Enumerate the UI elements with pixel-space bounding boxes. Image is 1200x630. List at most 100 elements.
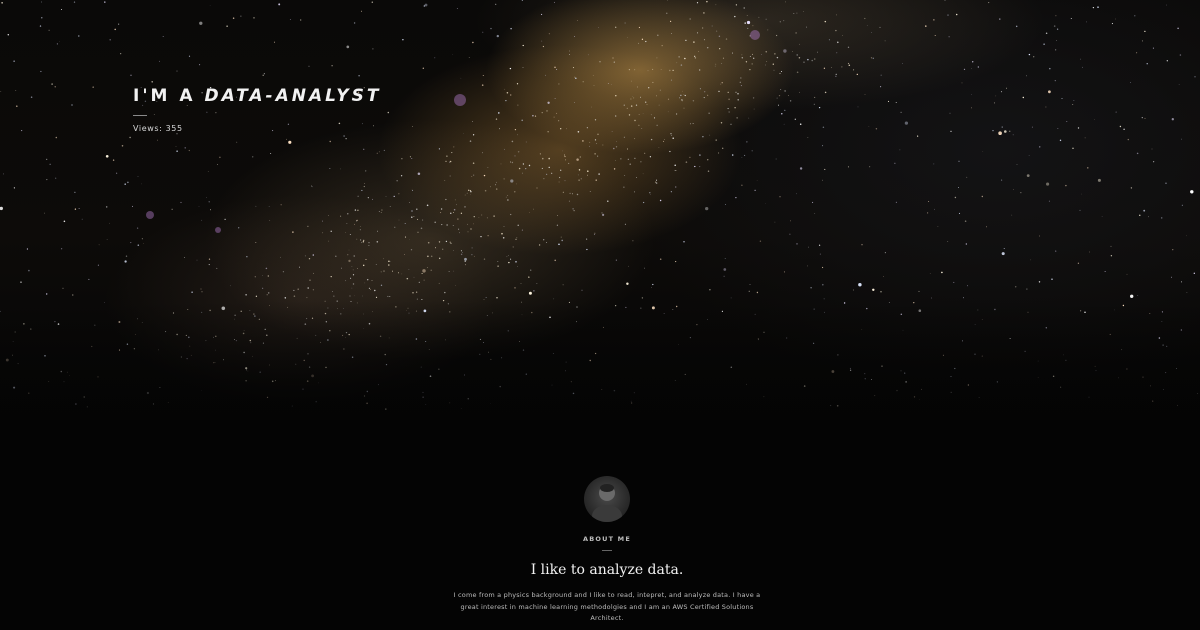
- star: [706, 0, 708, 3]
- star: [378, 210, 380, 212]
- star: [331, 65, 333, 67]
- star: [487, 235, 489, 237]
- star: [694, 165, 696, 168]
- star: [209, 4, 211, 6]
- star: [1061, 97, 1063, 99]
- star: [822, 283, 824, 286]
- star: [1136, 152, 1139, 155]
- star: [675, 170, 677, 171]
- star: [566, 128, 568, 130]
- star: [109, 222, 110, 224]
- star: [453, 146, 455, 148]
- star: [594, 119, 597, 121]
- star: [1127, 138, 1130, 141]
- star: [1193, 272, 1195, 274]
- star: [512, 246, 514, 248]
- star: [74, 191, 76, 193]
- star: [514, 155, 516, 157]
- star: [1166, 4, 1167, 6]
- star: [672, 137, 674, 139]
- star: [1039, 235, 1040, 237]
- star: [467, 223, 468, 225]
- star: [368, 244, 370, 247]
- star: [741, 57, 744, 59]
- star: [207, 171, 209, 172]
- star: [568, 162, 570, 164]
- star: [41, 1, 42, 3]
- star: [623, 136, 625, 138]
- star: [556, 68, 558, 70]
- star: [558, 181, 560, 183]
- star: [120, 53, 122, 55]
- star: [92, 86, 94, 88]
- star: [597, 133, 599, 135]
- star: [184, 147, 186, 149]
- star: [929, 273, 931, 274]
- star: [572, 193, 573, 195]
- star: [455, 285, 457, 286]
- star: [1077, 127, 1080, 129]
- star: [515, 261, 517, 263]
- star: [521, 119, 523, 122]
- star: [338, 122, 341, 125]
- star: [593, 234, 595, 235]
- star: [777, 104, 780, 106]
- star: [97, 264, 99, 266]
- star: [262, 275, 263, 276]
- star: [516, 183, 517, 185]
- star: [735, 196, 737, 199]
- star: [735, 4, 738, 6]
- star: [285, 138, 287, 140]
- star: [252, 156, 254, 158]
- star: [541, 112, 543, 114]
- star: [807, 58, 809, 61]
- star: [799, 167, 803, 170]
- star: [634, 138, 636, 140]
- star: [1144, 30, 1146, 33]
- star: [389, 206, 391, 207]
- star: [553, 1, 555, 3]
- star: [510, 258, 512, 260]
- star: [578, 179, 580, 181]
- star: [1000, 91, 1003, 93]
- star: [60, 248, 63, 250]
- star: [106, 239, 108, 240]
- nebula-knot: [454, 94, 466, 106]
- star: [1085, 21, 1087, 23]
- star: [506, 256, 508, 258]
- star: [507, 199, 509, 201]
- star: [558, 83, 560, 85]
- star: [360, 239, 362, 241]
- star: [1020, 192, 1022, 194]
- star: [748, 117, 750, 119]
- star: [444, 180, 446, 181]
- star: [628, 68, 631, 71]
- star: [517, 266, 518, 267]
- star: [532, 114, 534, 117]
- star: [224, 218, 226, 221]
- star: [992, 129, 994, 132]
- star: [743, 7, 745, 9]
- star: [313, 272, 314, 274]
- star: [944, 0, 946, 1]
- star: [707, 159, 709, 161]
- star: [667, 98, 670, 100]
- star: [393, 195, 395, 198]
- star: [412, 190, 413, 192]
- star: [353, 255, 355, 257]
- star: [1043, 43, 1045, 45]
- star: [510, 27, 512, 30]
- star: [895, 201, 898, 203]
- star: [758, 16, 760, 18]
- star: [594, 139, 597, 141]
- star: [351, 287, 353, 289]
- star: [709, 134, 711, 136]
- star: [647, 70, 649, 72]
- star: [736, 117, 738, 119]
- star: [556, 224, 559, 226]
- star: [709, 288, 711, 291]
- star: [463, 133, 464, 134]
- star: [657, 34, 659, 36]
- star: [253, 17, 255, 19]
- star: [514, 129, 517, 131]
